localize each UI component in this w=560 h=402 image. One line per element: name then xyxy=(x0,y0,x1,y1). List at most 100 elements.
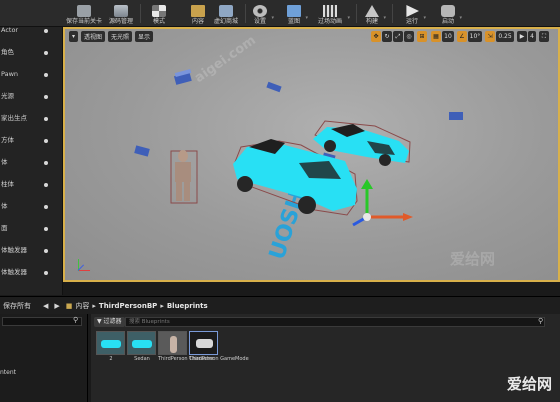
cube-actor[interactable] xyxy=(134,145,150,157)
chevron-right-icon: ▸ xyxy=(160,301,164,310)
camera-speed-icon[interactable]: ▶ xyxy=(517,31,527,42)
main-toolbar: 保存当前关卡 源码管理 模式 内容 虚幻商城 设置 ▾ 蓝图 ▾ 过场动画 ▾ … xyxy=(0,0,560,27)
place-item-label: 家出生点 xyxy=(1,114,27,122)
chevron-down-icon: ▾ xyxy=(459,15,462,21)
launch-button[interactable]: 启动 ▾ xyxy=(440,1,462,26)
third-person-character[interactable] xyxy=(170,150,198,204)
place-item-sphere-trigger[interactable]: 体触发器 xyxy=(0,265,63,279)
save-current-level-button[interactable]: 保存当前关卡 xyxy=(64,1,104,26)
content-button[interactable]: 内容 xyxy=(189,1,207,26)
source-control-label: 源码管理 xyxy=(108,18,133,25)
settings-label: 设置 xyxy=(253,18,266,25)
play-icon xyxy=(406,5,419,17)
chevron-down-icon: ▾ xyxy=(347,15,350,21)
drag-handle-icon xyxy=(44,183,48,187)
asset-tile[interactable]: Sedan xyxy=(127,331,157,362)
scale-snap-value[interactable]: 0.25 xyxy=(496,31,514,42)
place-item-cylinder[interactable]: 柱体 xyxy=(0,177,63,191)
lit-button[interactable]: 无光照 xyxy=(108,31,133,42)
cube-actor[interactable] xyxy=(449,112,463,120)
translate-tool-icon[interactable]: ✥ xyxy=(371,31,381,42)
grid-size-value[interactable]: 10 xyxy=(442,31,454,42)
save-all-button[interactable]: 保存所有 xyxy=(3,301,31,311)
path-thirdpersonbp-link[interactable]: ThirdPersonBP xyxy=(99,302,157,310)
cinematics-button[interactable]: 过场动画 ▾ xyxy=(316,1,350,26)
toolbar-divider xyxy=(140,4,141,23)
build-label: 构建 xyxy=(365,18,378,25)
scale-tool-icon[interactable]: ⤢ xyxy=(393,31,403,42)
chevron-down-icon: ▾ xyxy=(305,15,308,21)
asset-name: ThirdPerson GameMode xyxy=(189,356,249,362)
content-label: 内容 xyxy=(191,18,204,25)
chevron-down-icon: ▾ xyxy=(383,15,386,21)
surface-snap-icon[interactable]: ⊞ xyxy=(417,31,427,42)
rotation-snap-value[interactable]: 10° xyxy=(468,31,482,42)
cube-actor[interactable] xyxy=(173,68,192,85)
marketplace-button[interactable]: 虚幻商城 xyxy=(212,1,240,26)
camera-speed-value[interactable]: 4 xyxy=(528,31,536,42)
forward-icon[interactable]: ▶ xyxy=(54,302,59,310)
launch-label: 启动 xyxy=(441,18,454,25)
blueprints-button[interactable]: 蓝图 ▾ xyxy=(286,1,308,26)
folder-search-input[interactable] xyxy=(2,317,82,326)
rotation-snap-icon[interactable]: ∠ xyxy=(457,31,467,42)
drag-handle-icon xyxy=(44,161,48,165)
asset-thumbnail xyxy=(158,331,187,355)
rotate-tool-icon[interactable]: ↻ xyxy=(382,31,392,42)
drag-handle-icon xyxy=(44,205,48,209)
asset-tile[interactable]: ThirdPerson GameMode xyxy=(189,331,249,362)
place-item-label: 柱体 xyxy=(1,180,14,188)
place-item-actor[interactable]: Actor xyxy=(0,23,63,37)
place-item-plane[interactable]: 面 xyxy=(0,221,63,235)
path-blueprints-link[interactable]: Blueprints xyxy=(167,302,208,310)
source-control-button[interactable]: 源码管理 xyxy=(107,1,135,26)
place-item-cube[interactable]: 方体 xyxy=(0,133,63,147)
content-tree-panel: ⚲ ntent xyxy=(0,314,88,402)
marketplace-label: 虚幻商城 xyxy=(213,18,238,25)
modes-button[interactable]: 模式 xyxy=(150,1,168,26)
place-item-character[interactable]: 角色 xyxy=(0,45,63,59)
viewport-scene: UOSHOT xyxy=(134,68,463,263)
place-item-label: 角色 xyxy=(1,48,14,56)
drag-handle-icon xyxy=(44,117,48,121)
place-item-sphere[interactable]: 体 xyxy=(0,155,63,169)
play-button[interactable]: 运行 ▾ xyxy=(404,1,426,26)
maximize-viewport-icon[interactable]: ⛶ xyxy=(539,31,549,42)
build-button[interactable]: 构建 ▾ xyxy=(364,1,386,26)
settings-button[interactable]: 设置 ▾ xyxy=(252,1,274,26)
drag-handle-icon xyxy=(44,249,48,253)
asset-tile[interactable]: ThirdPerson Character xyxy=(158,331,214,362)
level-viewport[interactable]: UOSHOT ▾ 透视图 无光照 显示 ✥ ↻ ⤢ ◎ ⊞ ▦ 10 ∠ 10°… xyxy=(63,27,560,282)
tree-item-content[interactable]: ntent xyxy=(0,369,16,376)
asset-name: ThirdPerson Character xyxy=(158,356,214,362)
search-icon: ⚲ xyxy=(538,317,544,325)
place-item-box-trigger[interactable]: 体触发器 xyxy=(0,243,63,257)
drag-handle-icon xyxy=(44,73,48,77)
place-item-pawn[interactable]: Pawn xyxy=(0,67,63,81)
chevron-down-icon: ▾ xyxy=(423,15,426,21)
perspective-button[interactable]: 透视图 xyxy=(81,31,106,42)
asset-tile[interactable]: 2 xyxy=(96,331,126,362)
launch-icon xyxy=(441,5,455,17)
viewport-options-button[interactable]: ▾ xyxy=(69,31,79,42)
toolbar-divider xyxy=(392,4,393,23)
place-item-cone[interactable]: 体 xyxy=(0,199,63,213)
build-icon xyxy=(365,5,379,17)
grid-snap-icon[interactable]: ▦ xyxy=(431,31,441,42)
transform-gizmo[interactable] xyxy=(352,179,413,227)
asset-name: Sedan xyxy=(134,356,150,362)
scale-snap-icon[interactable]: ⇲ xyxy=(485,31,495,42)
watermark-logo: 爱给网 xyxy=(506,375,552,393)
cube-actor[interactable] xyxy=(266,81,282,93)
world-local-icon[interactable]: ◎ xyxy=(404,31,414,42)
place-item-light[interactable]: 光源 xyxy=(0,89,63,103)
show-button[interactable]: 显示 xyxy=(135,31,154,42)
path-content-link[interactable]: 内容 xyxy=(75,301,89,311)
place-item-player-start[interactable]: 家出生点 xyxy=(0,111,63,125)
asset-search-input[interactable]: 搜索 Blueprints xyxy=(125,317,545,327)
settings-icon xyxy=(253,5,267,17)
play-label: 运行 xyxy=(405,18,418,25)
lit-label: 无光照 xyxy=(111,34,130,41)
back-icon[interactable]: ◀ xyxy=(43,302,48,310)
filters-button[interactable]: ▼ 过滤器 xyxy=(94,317,125,327)
